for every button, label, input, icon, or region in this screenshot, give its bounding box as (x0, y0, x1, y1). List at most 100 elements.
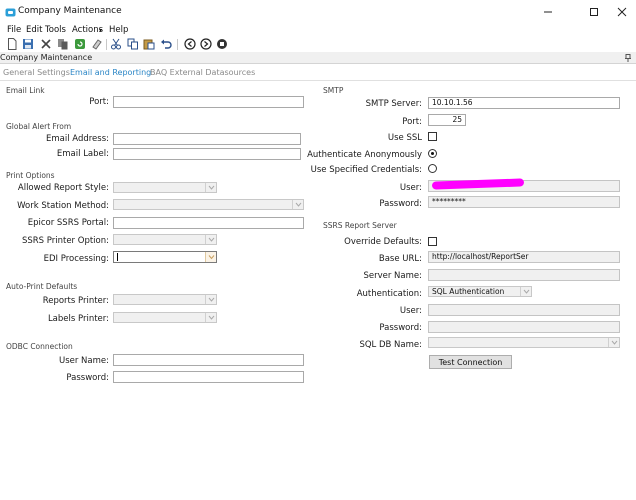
maximize-icon[interactable] (586, 4, 602, 20)
section-ssrs-report-server: SSRS Report Server (323, 221, 397, 230)
odbc-user-name-label: User Name: (58, 356, 109, 366)
use-ssl-label: Use SSL (387, 133, 422, 143)
test-connection-button[interactable]: Test Connection (429, 355, 512, 369)
tab-strip: General Settings Email and Reporting BAQ… (0, 67, 636, 81)
authentication-select[interactable]: SQL Authentication (428, 286, 532, 297)
smtp-port-input[interactable]: 25 (428, 114, 466, 126)
smtp-port-label: Port: (402, 117, 422, 127)
override-defaults-checkbox[interactable] (428, 237, 437, 246)
stop-icon[interactable] (216, 38, 228, 50)
reports-printer-select[interactable] (113, 294, 217, 305)
use-specified-credentials-label: Use Specified Credentials: (310, 165, 422, 175)
work-station-method-select[interactable] (113, 199, 304, 210)
copy-icon[interactable] (57, 38, 69, 50)
use-ssl-checkbox[interactable] (428, 132, 437, 141)
forward-icon[interactable] (200, 38, 212, 50)
port-label: Port: (89, 97, 109, 107)
copy-icon[interactable] (127, 38, 139, 50)
base-url-label: Base URL: (378, 254, 422, 264)
minimize-icon[interactable] (540, 4, 556, 20)
back-icon[interactable] (184, 38, 196, 50)
clear-icon[interactable] (91, 38, 103, 50)
chevron-down-icon[interactable] (520, 287, 531, 296)
labels-printer-label: Labels Printer: (47, 314, 109, 324)
toolbar-separator (106, 39, 107, 50)
menu-help[interactable]: Help (109, 25, 128, 35)
authentication-label: Authentication: (356, 289, 422, 299)
tab-general-settings[interactable]: General Settings (3, 68, 70, 77)
odbc-user-name-input[interactable] (113, 354, 304, 366)
cut-icon[interactable] (110, 38, 122, 50)
email-address-input[interactable] (113, 133, 301, 145)
labels-printer-select[interactable] (113, 312, 217, 323)
section-odbc-connection: ODBC Connection (6, 342, 73, 351)
edi-processing-select[interactable] (113, 251, 217, 263)
toolbar (0, 38, 636, 52)
email-label-input[interactable] (113, 148, 301, 160)
section-email-link: Email Link (6, 86, 45, 95)
server-name-label: Server Name: (363, 271, 422, 281)
app-icon (5, 7, 16, 18)
close-icon[interactable] (614, 4, 630, 20)
menu-bar: File Edit Tools Actions ▾ Help (0, 24, 636, 38)
odbc-password-label: Password: (66, 373, 109, 383)
ssrs-printer-option-select[interactable] (113, 234, 217, 245)
toolbar-separator (177, 39, 178, 50)
server-name-input[interactable] (428, 269, 620, 281)
email-address-label: Email Address: (46, 134, 109, 144)
chevron-down-icon[interactable] (205, 313, 216, 322)
sql-db-name-select[interactable] (428, 337, 620, 348)
new-icon[interactable] (6, 38, 18, 50)
ssrs-password-input[interactable] (428, 321, 620, 333)
ssrs-user-input[interactable] (428, 304, 620, 316)
refresh-icon[interactable] (74, 38, 86, 50)
menu-tools[interactable]: Tools (45, 25, 66, 35)
undo-icon[interactable] (160, 38, 172, 50)
title-bar: Company Maintenance (0, 0, 636, 24)
allowed-report-style-label: Allowed Report Style: (17, 183, 109, 193)
ssrs-printer-option-label: SSRS Printer Option: (21, 236, 109, 246)
delete-icon[interactable] (40, 38, 52, 50)
chevron-down-icon[interactable] (205, 235, 216, 244)
smtp-password-label: Password: (379, 199, 422, 209)
menu-file[interactable]: File (7, 25, 21, 35)
epicor-ssrs-portal-input[interactable] (113, 217, 304, 229)
text-caret (117, 253, 118, 261)
chevron-down-icon[interactable] (205, 252, 216, 262)
authenticate-anonymously-label: Authenticate Anonymously (307, 150, 422, 160)
chevron-down-icon[interactable] (205, 295, 216, 304)
section-smtp: SMTP (323, 86, 344, 95)
section-global-alert-from: Global Alert From (6, 122, 72, 131)
use-specified-credentials-radio[interactable] (428, 164, 437, 173)
edi-processing-label: EDI Processing: (43, 254, 109, 264)
chevron-down-icon[interactable] (205, 183, 216, 192)
smtp-user-label: User: (399, 183, 422, 193)
base-url-input[interactable]: http://localhost/ReportSer (428, 251, 620, 263)
tab-email-and-reporting[interactable]: Email and Reporting (70, 68, 151, 77)
paste-icon[interactable] (143, 38, 155, 50)
reports-printer-label: Reports Printer: (42, 296, 109, 306)
smtp-password-input[interactable]: ********* (428, 196, 620, 208)
work-station-method-label: Work Station Method: (17, 201, 109, 211)
ssrs-user-label: User: (399, 306, 422, 316)
chevron-down-icon[interactable] (608, 338, 619, 347)
email-label-label: Email Label: (56, 149, 109, 159)
odbc-password-input[interactable] (113, 371, 304, 383)
section-print-options: Print Options (6, 171, 55, 180)
smtp-server-label: SMTP Server: (365, 99, 422, 109)
menu-edit[interactable]: Edit (26, 25, 42, 35)
window-title: Company Maintenance (18, 6, 122, 16)
authenticate-anonymously-radio[interactable] (428, 149, 437, 158)
allowed-report-style-select[interactable] (113, 182, 217, 193)
ssrs-password-label: Password: (379, 323, 422, 333)
smtp-server-input[interactable]: 10.10.1.56 (428, 97, 620, 109)
override-defaults-label: Override Defaults: (344, 237, 422, 247)
pin-icon[interactable] (624, 54, 632, 62)
chevron-down-icon: ▾ (99, 27, 103, 34)
save-icon[interactable] (22, 38, 34, 50)
email-port-input[interactable] (113, 96, 304, 108)
authentication-value: SQL Authentication (432, 287, 505, 296)
tab-baq-external-datasources[interactable]: BAQ External Datasources (150, 68, 255, 77)
section-auto-print-defaults: Auto-Print Defaults (6, 282, 78, 291)
form-header: Company Maintenance (0, 52, 636, 64)
